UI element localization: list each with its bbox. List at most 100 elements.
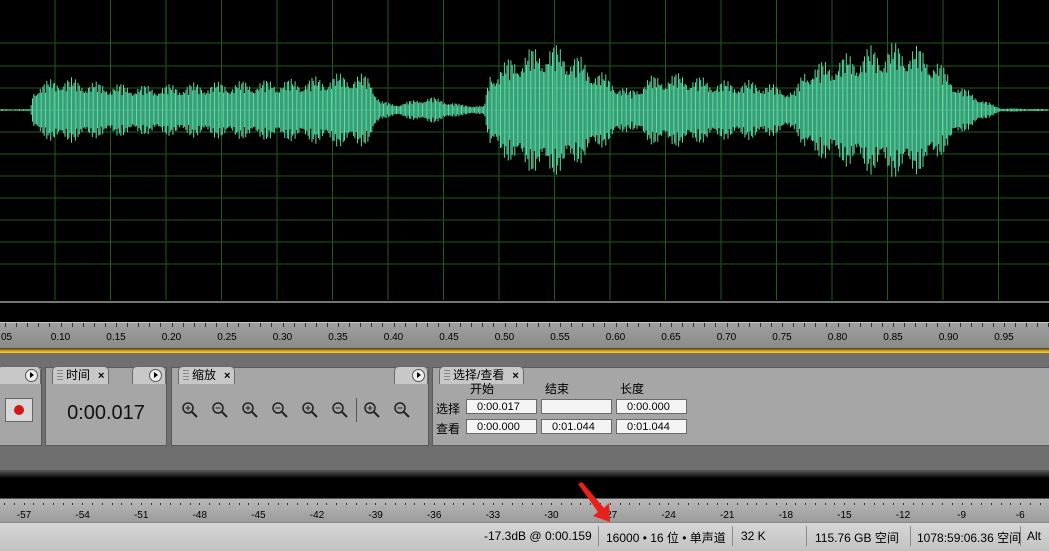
level-meter-label: -12 — [895, 510, 911, 521]
time-ruler-tick — [748, 323, 750, 327]
level-meter-tick — [912, 503, 914, 505]
level-meter-tick — [355, 503, 357, 505]
level-meter-tick — [717, 503, 719, 505]
time-ruler-label: 0.50 — [494, 332, 515, 343]
level-meter-tick — [1029, 503, 1031, 505]
status-level: -17.3dB @ — [484, 529, 542, 543]
level-meter-tick — [287, 503, 289, 505]
zoom-out-vertical-icon[interactable] — [392, 400, 412, 420]
level-meter-tick — [111, 503, 113, 505]
record-button[interactable] — [5, 398, 33, 422]
time-panel-tab[interactable]: 时间 × — [52, 366, 110, 384]
level-meter-tick — [629, 503, 631, 505]
zoom-selection-icon[interactable] — [270, 400, 290, 420]
time-ruler-label: 0.45 — [439, 332, 459, 343]
level-meter-tick — [218, 503, 220, 505]
zoom-left-icon[interactable] — [300, 400, 320, 420]
time-ruler-tick — [859, 323, 861, 327]
time-ruler-tick — [371, 323, 373, 327]
level-meter-tick — [502, 503, 504, 505]
level-meter-label: -24 — [661, 510, 676, 521]
zoom-in-amplitude-icon[interactable] — [180, 400, 200, 420]
row-label-view: 查看 — [436, 422, 461, 436]
view-start-field[interactable]: 0:00.000 — [466, 419, 537, 434]
zoom-panel-tab[interactable]: 缩放 × — [178, 366, 236, 384]
close-icon[interactable]: × — [512, 370, 518, 382]
time-ruler-tick — [1015, 323, 1017, 327]
time-ruler-tick — [415, 323, 417, 327]
level-meter-label: -51 — [133, 510, 149, 521]
time-ruler-tick — [571, 323, 573, 327]
record-icon — [14, 405, 24, 415]
level-meter-tick — [209, 503, 211, 505]
level-meter-tick — [150, 503, 152, 505]
waveform-display[interactable] — [0, 0, 1049, 322]
zoom-out-amplitude-icon[interactable] — [210, 400, 230, 420]
level-meter-label: -45 — [251, 510, 266, 521]
status-alt-key: Alt — [1027, 529, 1042, 543]
time-ruler-tick — [815, 323, 817, 327]
level-meter-label: -39 — [368, 510, 383, 521]
zoom-right-icon[interactable] — [330, 400, 350, 420]
time-ruler-tick — [782, 323, 783, 327]
level-meter-tick — [941, 503, 943, 505]
level-meter-tick — [258, 503, 259, 505]
time-ruler-tick — [626, 323, 628, 327]
time-ruler-label: 0.20 — [161, 332, 182, 343]
view-length-field[interactable]: 0:01.044 — [616, 419, 687, 434]
column-header-end: 结束 — [545, 382, 570, 396]
time-ruler-tick — [138, 323, 140, 327]
level-meter-tick — [1039, 503, 1041, 505]
level-meter-tick — [648, 503, 650, 505]
time-ruler-tick — [404, 323, 406, 327]
level-meter: -57 -54 -51 -48 -45 -42 -39 -36 -33 -30 -27 -24 -21-… — [0, 498, 1049, 523]
time-ruler-tick — [304, 323, 306, 327]
panel-menu-icon[interactable] — [412, 369, 425, 382]
time-ruler-tick — [926, 323, 928, 327]
time-ruler-tick — [1004, 323, 1005, 327]
level-meter-tick — [43, 503, 45, 505]
time-ruler-tick — [848, 323, 850, 327]
level-meter-tick — [531, 503, 533, 505]
selection-end-field[interactable] — [541, 399, 612, 414]
time-ruler-tick — [893, 323, 894, 327]
level-meter-tick — [981, 503, 982, 505]
level-meter-tick — [404, 503, 406, 505]
time-ruler-tick — [604, 323, 606, 327]
time-ruler-tick — [826, 323, 828, 327]
time-ruler-tick — [260, 323, 262, 327]
time-ruler[interactable]: 05 0.10 0.15 0.20 0.25 0.30 0.35 0.40 0.45 0.50 0.… — [0, 322, 1049, 349]
selection-start-field[interactable]: 0:00.017 — [466, 399, 537, 414]
time-ruler-tick — [1026, 323, 1028, 327]
level-meter-label: -33 — [485, 510, 501, 521]
time-ruler-tick — [160, 323, 162, 327]
level-meter-tick — [990, 503, 992, 505]
time-ruler-label: 0.15 — [106, 332, 126, 343]
time-ruler-tick — [38, 323, 40, 327]
level-meter-tick — [775, 503, 777, 505]
panel-menu-icon[interactable] — [149, 369, 162, 382]
panel-menu-icon[interactable] — [25, 369, 38, 382]
level-meter-tick — [248, 503, 250, 505]
grip-icon — [57, 370, 63, 380]
view-end-field[interactable]: 0:01.044 — [541, 419, 612, 434]
time-ruler-label: 0.25 — [217, 332, 237, 343]
level-meter-tick — [922, 503, 924, 505]
grip-icon — [183, 370, 189, 380]
zoom-in-vertical-icon[interactable] — [362, 400, 382, 420]
level-meter-tick — [414, 503, 416, 505]
status-bar: -17.3dB @ 0:00.159 16000 • 16 位 • 单声道 32… — [0, 522, 1049, 551]
zoom-in-full-icon[interactable] — [240, 400, 260, 420]
level-meter-tick — [873, 503, 875, 505]
level-meter-tick — [639, 503, 640, 505]
selection-length-field[interactable]: 0:00.000 — [616, 399, 687, 414]
time-ruler-tick — [671, 323, 672, 327]
level-meter-tick — [814, 503, 816, 505]
time-ruler-label: 0.40 — [383, 332, 404, 343]
close-icon[interactable]: × — [224, 370, 230, 382]
close-icon[interactable]: × — [98, 370, 104, 382]
level-meter-tick — [795, 503, 797, 505]
level-meter-tick — [756, 503, 758, 505]
time-ruler-tick — [471, 323, 473, 327]
time-ruler-tick — [593, 323, 595, 327]
